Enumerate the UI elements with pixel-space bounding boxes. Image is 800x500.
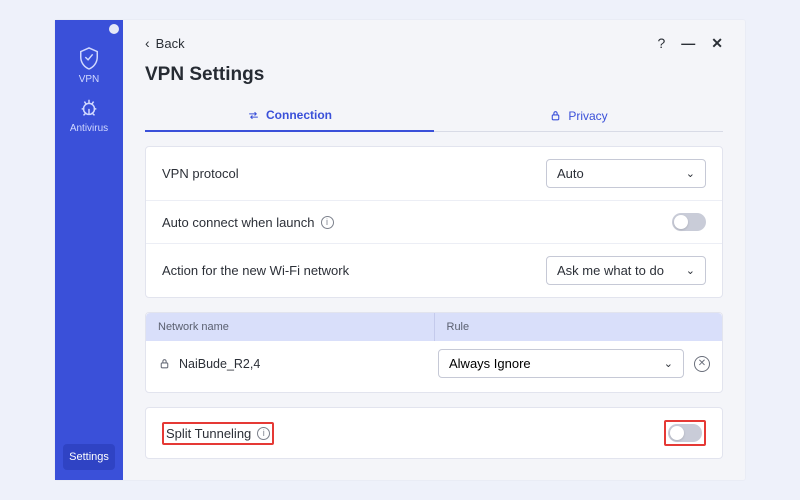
split-tunneling-text: Split Tunneling xyxy=(166,426,251,441)
topbar: ‹ Back ? — ✕ xyxy=(145,30,723,56)
bug-icon xyxy=(78,97,100,119)
vpn-protocol-select[interactable]: Auto ⌄ xyxy=(546,159,706,188)
tab-connection[interactable]: Connection xyxy=(145,100,434,132)
select-value: Auto xyxy=(557,166,584,181)
main-panel: ‹ Back ? — ✕ VPN Settings Connection Pri… xyxy=(123,20,745,480)
sidebar-settings-label: Settings xyxy=(69,451,109,463)
auto-connect-text: Auto connect when launch xyxy=(162,215,315,230)
split-tunneling-toggle[interactable] xyxy=(668,424,702,442)
network-table-card: Network name Rule NaiBude_R2,4 Always Ig… xyxy=(145,312,723,393)
row-vpn-protocol: VPN protocol Auto ⌄ xyxy=(146,147,722,201)
help-icon[interactable]: ? xyxy=(657,36,665,50)
network-name-cell: NaiBude_R2,4 xyxy=(158,357,430,371)
sidebar-settings-button[interactable]: Settings xyxy=(63,444,115,470)
vpn-protocol-label: VPN protocol xyxy=(162,166,239,181)
info-icon[interactable]: i xyxy=(321,216,334,229)
network-name: NaiBude_R2,4 xyxy=(179,357,260,371)
info-icon[interactable]: i xyxy=(257,427,270,440)
chevron-down-icon: ⌄ xyxy=(664,357,673,370)
sidebar-item-label: VPN xyxy=(79,74,100,85)
sidebar-item-label: Antivirus xyxy=(70,123,108,134)
delete-network-button[interactable]: ✕ xyxy=(694,356,710,372)
col-header-rule: Rule xyxy=(434,313,723,341)
col-header-name: Network name xyxy=(146,313,434,341)
network-rule-cell: Always Ignore ⌄ ✕ xyxy=(438,349,710,378)
window-controls: ? — ✕ xyxy=(657,36,723,50)
select-value: Ask me what to do xyxy=(557,263,664,278)
status-dot xyxy=(109,24,119,34)
auto-connect-toggle[interactable] xyxy=(672,213,706,231)
lock-icon xyxy=(158,357,171,370)
tab-privacy[interactable]: Privacy xyxy=(434,100,723,131)
network-table-header: Network name Rule xyxy=(146,313,722,341)
minimize-icon[interactable]: — xyxy=(681,36,695,50)
tabs: Connection Privacy xyxy=(145,100,723,132)
tab-label: Privacy xyxy=(568,109,607,123)
chevron-left-icon: ‹ xyxy=(145,35,150,51)
shield-icon xyxy=(78,46,100,70)
back-button[interactable]: ‹ Back xyxy=(145,35,185,51)
chevron-down-icon: ⌄ xyxy=(686,167,695,180)
table-row: NaiBude_R2,4 Always Ignore ⌄ ✕ xyxy=(146,341,722,386)
lock-icon xyxy=(549,109,562,122)
select-value: Always Ignore xyxy=(449,356,531,371)
row-split-tunneling: Split Tunneling i xyxy=(146,408,722,458)
row-auto-connect: Auto connect when launch i xyxy=(146,201,722,244)
app-window: VPN Antivirus Settings ‹ Back ? — ✕ VPN … xyxy=(55,20,745,480)
sidebar: VPN Antivirus Settings xyxy=(55,20,123,480)
close-icon[interactable]: ✕ xyxy=(711,36,723,50)
tab-label: Connection xyxy=(266,108,332,122)
swap-icon xyxy=(247,109,260,122)
chevron-down-icon: ⌄ xyxy=(686,264,695,277)
sidebar-item-antivirus[interactable]: Antivirus xyxy=(70,97,108,134)
split-tunneling-card: Split Tunneling i xyxy=(145,407,723,459)
page-title: VPN Settings xyxy=(145,64,723,86)
settings-card: VPN protocol Auto ⌄ Auto connect when la… xyxy=(145,146,723,298)
sidebar-item-vpn[interactable]: VPN xyxy=(78,46,100,85)
split-tunneling-label: Split Tunneling i xyxy=(162,422,274,445)
back-label: Back xyxy=(156,36,185,51)
network-rule-select[interactable]: Always Ignore ⌄ xyxy=(438,349,684,378)
row-wifi-action: Action for the new Wi-Fi network Ask me … xyxy=(146,244,722,297)
split-tunneling-toggle-highlight xyxy=(664,420,706,446)
wifi-action-select[interactable]: Ask me what to do ⌄ xyxy=(546,256,706,285)
auto-connect-label: Auto connect when launch i xyxy=(162,215,334,230)
wifi-action-label: Action for the new Wi-Fi network xyxy=(162,263,349,278)
